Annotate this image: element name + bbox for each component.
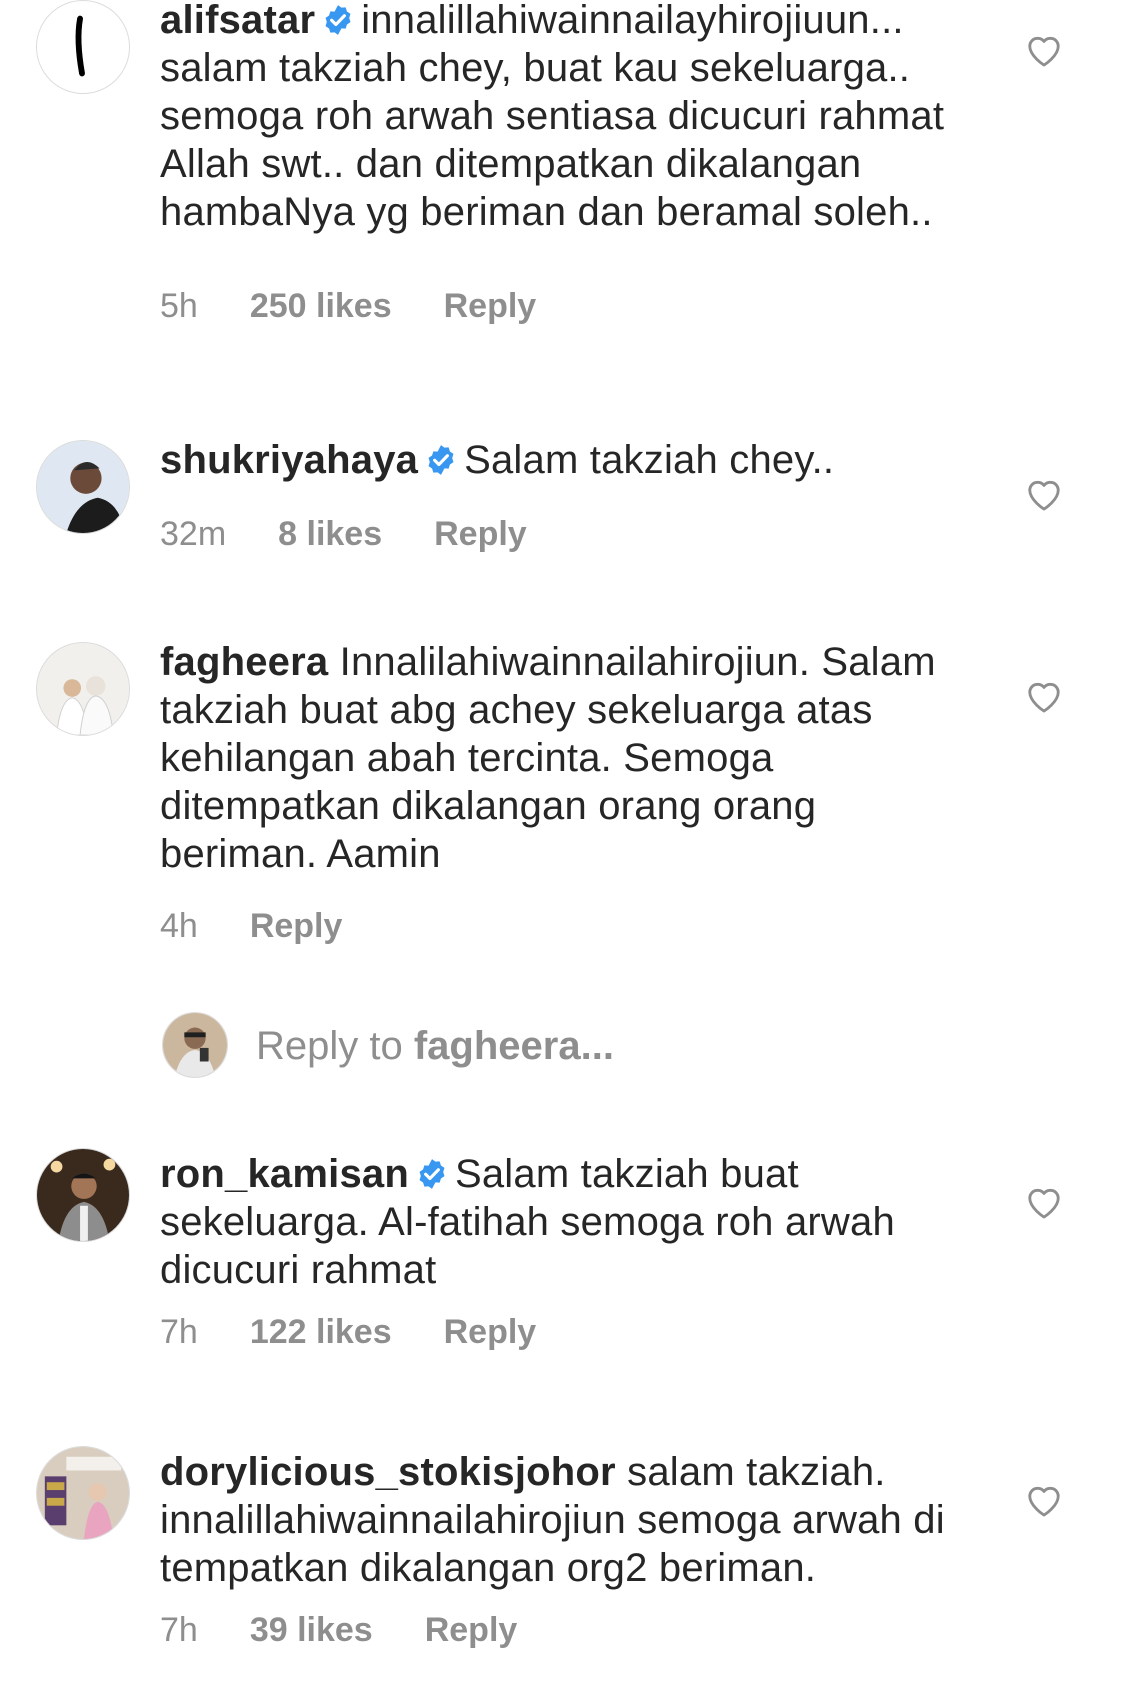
- reply-input-row[interactable]: Reply to fagheera...: [162, 1012, 962, 1082]
- comment-body: dorylicious_stokisjohor salam takziah. i…: [160, 1448, 960, 1592]
- comment-likes[interactable]: 122 likes: [250, 1312, 392, 1352]
- reply-prefix: Reply to: [256, 1024, 414, 1068]
- avatar[interactable]: [36, 1446, 130, 1540]
- heart-outline-icon[interactable]: [1025, 476, 1063, 512]
- comment-likes[interactable]: 8 likes: [278, 514, 382, 554]
- comment-body: ron_kamisan Salam takziah buat sekeluarga…: [160, 1150, 960, 1294]
- reply-placeholder[interactable]: Reply to fagheera...: [256, 1022, 614, 1070]
- comment-time: 5h: [160, 287, 198, 325]
- reply-button[interactable]: Reply: [425, 1610, 518, 1650]
- comment-text: Salam takziah chey..: [464, 438, 835, 482]
- comment-username[interactable]: dorylicious_stokisjohor: [160, 1450, 616, 1494]
- comment-username[interactable]: alifsatar: [160, 0, 315, 42]
- comment-body: fagheera Innalilahiwainnailahirojiun. Sa…: [160, 638, 960, 878]
- comment-likes[interactable]: 39 likes: [250, 1610, 373, 1650]
- reply-button[interactable]: Reply: [444, 1312, 537, 1352]
- comment-time: 32m: [160, 515, 227, 553]
- comment-time: 7h: [160, 1313, 198, 1351]
- comment-meta: 32m 8 likes Reply: [160, 514, 579, 554]
- heart-outline-icon[interactable]: [1025, 1184, 1063, 1220]
- verified-badge-icon: [428, 445, 454, 475]
- reply-button[interactable]: Reply: [434, 514, 527, 554]
- avatar[interactable]: [36, 440, 130, 534]
- comment-username[interactable]: ron_kamisan: [160, 1152, 409, 1196]
- reply-target: fagheera...: [413, 1024, 614, 1068]
- heart-outline-icon[interactable]: [1025, 1482, 1063, 1518]
- avatar[interactable]: [36, 642, 130, 736]
- comment-meta: 4h Reply: [160, 906, 394, 946]
- comment-time: 4h: [160, 907, 198, 945]
- comment-body: alifsatar innalillahiwainnailayhirojiuun.…: [160, 0, 960, 236]
- avatar[interactable]: [36, 1148, 130, 1242]
- comment-meta: 5h 250 likes Reply: [160, 286, 588, 326]
- comment-time: 7h: [160, 1611, 198, 1649]
- comment-username[interactable]: fagheera: [160, 640, 328, 684]
- comment-likes[interactable]: 250 likes: [250, 286, 392, 326]
- heart-outline-icon[interactable]: [1025, 32, 1063, 68]
- avatar[interactable]: [36, 0, 130, 94]
- reply-button[interactable]: Reply: [250, 906, 343, 946]
- comment-body: shukriyahaya Salam takziah chey..: [160, 436, 960, 484]
- comment-meta: 7h 39 likes Reply: [160, 1610, 569, 1650]
- reply-button[interactable]: Reply: [444, 286, 537, 326]
- verified-badge-icon: [419, 1159, 445, 1189]
- comment-meta: 7h 122 likes Reply: [160, 1312, 588, 1352]
- current-user-avatar: [162, 1012, 228, 1078]
- comment-username[interactable]: shukriyahaya: [160, 438, 418, 482]
- heart-outline-icon[interactable]: [1025, 678, 1063, 714]
- verified-badge-icon: [325, 5, 351, 35]
